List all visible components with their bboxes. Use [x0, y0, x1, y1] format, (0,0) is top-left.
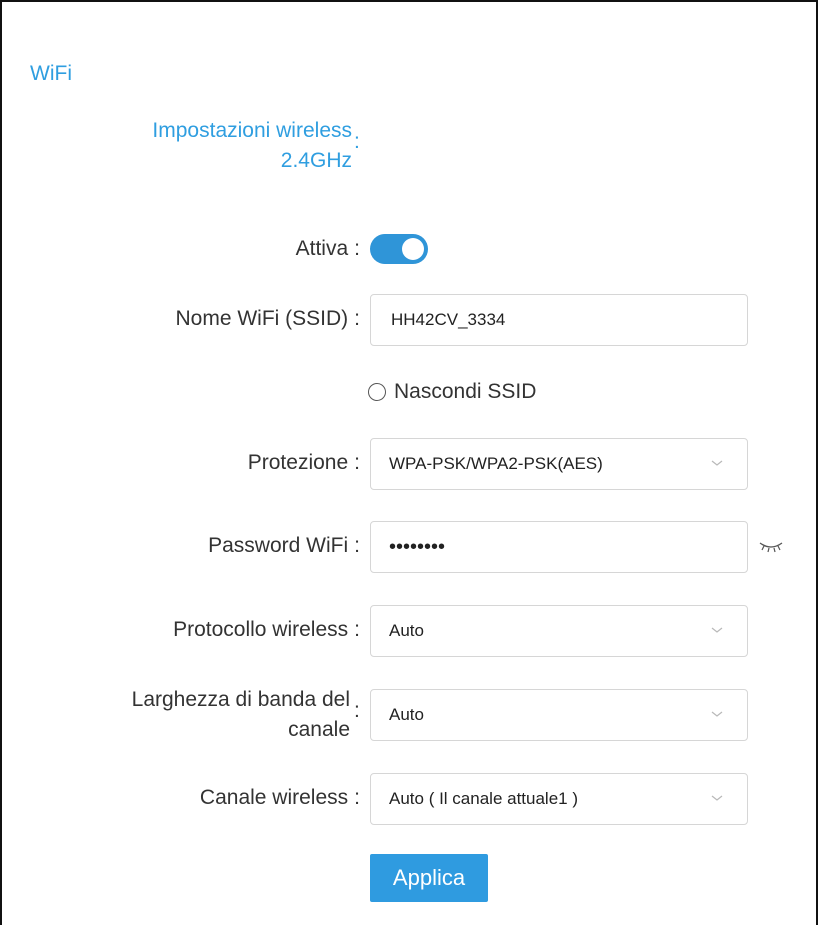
chevron-down-icon — [711, 795, 723, 801]
ssid-colon: : — [354, 307, 360, 330]
subsection-title-line2: 2.4GHz — [280, 149, 352, 172]
enable-label: Attiva — [295, 237, 349, 260]
channel-value: Auto ( Il canale attuale1 ) — [389, 789, 579, 808]
hide-ssid-radio[interactable] — [368, 383, 386, 401]
hide-ssid-label: Nascondi SSID — [394, 380, 537, 403]
ssid-label-row: Nome WiFi (SSID): — [32, 304, 360, 334]
ssid-label: Nome WiFi (SSID) — [175, 307, 349, 330]
channel-label: Canale wireless — [199, 786, 349, 809]
subsection-colon: : — [354, 130, 360, 153]
protocol-value: Auto — [389, 621, 424, 640]
password-label-row: Password WiFi: — [32, 531, 360, 561]
bandwidth-label: Larghezza di banda del canale — [32, 685, 350, 745]
bandwidth-label-line2: canale — [288, 718, 350, 741]
protocol-colon: : — [354, 618, 360, 641]
section-title: WiFi — [30, 62, 72, 85]
hide-ssid-option[interactable]: Nascondi SSID — [368, 380, 536, 404]
channel-label-row: Canale wireless: — [32, 783, 360, 813]
bandwidth-colon: : — [354, 699, 360, 722]
security-value: WPA-PSK/WPA2-PSK(AES) — [389, 454, 603, 473]
chevron-down-icon — [711, 460, 723, 466]
chevron-down-icon — [711, 627, 723, 633]
apply-button[interactable]: Applica — [370, 854, 488, 902]
protocol-label: Protocollo wireless — [173, 618, 349, 641]
password-colon: : — [354, 534, 360, 557]
bandwidth-select[interactable]: Auto — [370, 689, 748, 741]
ssid-field[interactable] — [370, 294, 748, 346]
protocol-select[interactable]: Auto — [370, 605, 748, 657]
security-colon: : — [354, 451, 360, 474]
protocol-label-row: Protocollo wireless: — [32, 615, 360, 645]
chevron-down-icon — [711, 711, 723, 717]
eye-closed-icon[interactable] — [758, 539, 784, 553]
settings-panel: WiFi Impostazioni wireless 2.4GHz : Atti… — [0, 0, 818, 925]
password-label: Password WiFi — [208, 534, 349, 557]
enable-toggle[interactable] — [370, 234, 428, 264]
subsection-title: Impostazioni wireless 2.4GHz — [102, 116, 352, 176]
security-select[interactable]: WPA-PSK/WPA2-PSK(AES) — [370, 438, 748, 490]
enable-label-row: Attiva: — [32, 234, 360, 264]
password-value[interactable]: •••••••• — [389, 536, 445, 559]
ssid-input[interactable] — [389, 309, 713, 331]
subsection-title-line1: Impostazioni wireless — [152, 119, 352, 142]
security-label: Protezione — [247, 451, 349, 474]
bandwidth-label-line1: Larghezza di banda del — [131, 688, 350, 711]
toggle-knob — [402, 238, 424, 260]
channel-select[interactable]: Auto ( Il canale attuale1 ) — [370, 773, 748, 825]
security-label-row: Protezione: — [32, 448, 360, 478]
bandwidth-value: Auto — [389, 705, 424, 724]
channel-colon: : — [354, 786, 360, 809]
password-field[interactable]: •••••••• — [370, 521, 748, 573]
enable-colon: : — [354, 237, 360, 260]
